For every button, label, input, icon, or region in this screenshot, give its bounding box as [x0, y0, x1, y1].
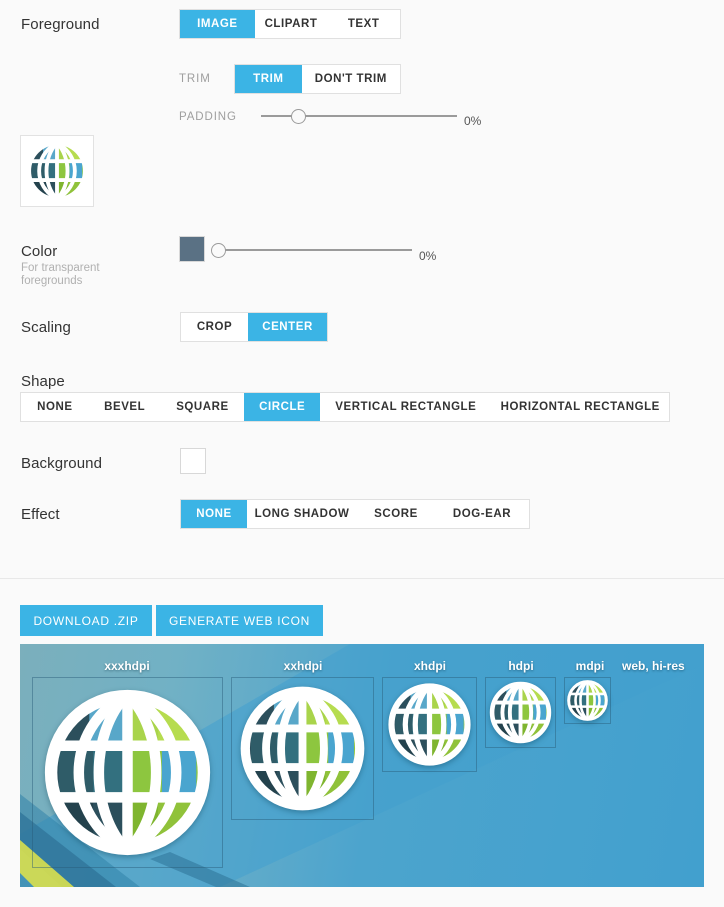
preview-label-mdpi: mdpi	[575, 659, 605, 673]
color-value: 0%	[419, 249, 437, 263]
foreground-type-group[interactable]: IMAGE CLIPART TEXT	[179, 9, 401, 39]
preview-label-xhdpi: xhdpi	[414, 659, 446, 673]
color-label: Color	[21, 243, 58, 260]
scaling-option-crop[interactable]: CROP	[181, 313, 249, 341]
section-divider	[0, 578, 724, 579]
globe-icon	[240, 686, 365, 811]
foreground-image-thumbnail[interactable]	[20, 135, 94, 207]
scaling-option-center[interactable]: CENTER	[248, 313, 327, 341]
icon-generator-page: Foreground IMAGE CLIPART TEXT TRIM TRIM …	[0, 0, 724, 907]
foreground-option-text[interactable]: TEXT	[327, 10, 400, 38]
padding-slider-thumb[interactable]	[291, 109, 307, 124]
shape-option-square[interactable]: SQUARE	[160, 393, 245, 421]
padding-slider[interactable]	[261, 106, 457, 126]
generate-web-icon-button[interactable]: GENERATE WEB ICON	[156, 605, 323, 636]
globe-icon	[489, 681, 552, 744]
effect-option-none[interactable]: NONE	[181, 500, 247, 528]
foreground-label: Foreground	[21, 16, 100, 33]
padding-value: 0%	[464, 114, 482, 128]
globe-icon	[26, 140, 88, 202]
shape-option-none[interactable]: NONE	[21, 393, 89, 421]
shape-option-circle[interactable]: CIRCLE	[244, 393, 321, 421]
color-swatch[interactable]	[179, 236, 205, 262]
color-slider-track[interactable]	[214, 249, 412, 251]
preview-globe-xxxhdpi	[32, 677, 223, 868]
preview-label-hdpi: hdpi	[508, 659, 534, 673]
effect-option-dog-ear[interactable]: DOG-EAR	[435, 500, 529, 528]
preview-globe-mdpi	[564, 677, 611, 724]
preview-globe-xxhdpi	[231, 677, 374, 820]
effect-group[interactable]: NONE LONG SHADOW SCORE DOG-EAR	[180, 499, 530, 529]
shape-label: Shape	[21, 373, 65, 390]
shape-option-horizontal-rectangle[interactable]: HORIZONTAL RECTANGLE	[491, 393, 669, 421]
globe-icon	[567, 680, 608, 721]
shape-option-vertical-rectangle[interactable]: VERTICAL RECTANGLE	[320, 393, 492, 421]
shape-group[interactable]: NONE BEVEL SQUARE CIRCLE VERTICAL RECTAN…	[20, 392, 670, 422]
trim-caption: TRIM	[179, 73, 211, 85]
shape-option-bevel[interactable]: BEVEL	[88, 393, 161, 421]
foreground-option-image[interactable]: IMAGE	[180, 10, 255, 38]
globe-icon	[388, 683, 471, 766]
preview-label-web-hi-res: web, hi-res	[622, 659, 685, 673]
color-opacity-slider[interactable]	[210, 240, 412, 260]
trim-option-dont-trim[interactable]: DON'T TRIM	[301, 65, 400, 93]
effect-option-score[interactable]: SCORE	[357, 500, 435, 528]
trim-group[interactable]: TRIM DON'T TRIM	[234, 64, 401, 94]
trim-option-trim[interactable]: TRIM	[235, 65, 302, 93]
preview-label-xxxhdpi: xxxhdpi	[104, 659, 150, 673]
preview-label-xxhdpi: xxhdpi	[283, 659, 323, 673]
effect-option-long-shadow[interactable]: LONG SHADOW	[247, 500, 357, 528]
foreground-option-clipart[interactable]: CLIPART	[254, 10, 328, 38]
preview-globe-hdpi	[485, 677, 556, 748]
background-label: Background	[21, 455, 103, 472]
globe-icon	[44, 689, 211, 856]
scaling-label: Scaling	[21, 319, 71, 336]
background-swatch[interactable]	[180, 448, 206, 474]
effect-label: Effect	[21, 506, 60, 523]
download-zip-button[interactable]: DOWNLOAD .ZIP	[20, 605, 152, 636]
color-slider-thumb[interactable]	[210, 243, 226, 258]
scaling-group[interactable]: CROP CENTER	[180, 312, 328, 342]
icon-preview-panel: xxxhdpi xxhdpi xhdpi hdpi mdpi web, hi-r…	[20, 644, 704, 887]
preview-globe-xhdpi	[382, 677, 477, 772]
color-sublabel: For transparent foregrounds	[21, 262, 100, 287]
padding-caption: PADDING	[179, 111, 237, 123]
